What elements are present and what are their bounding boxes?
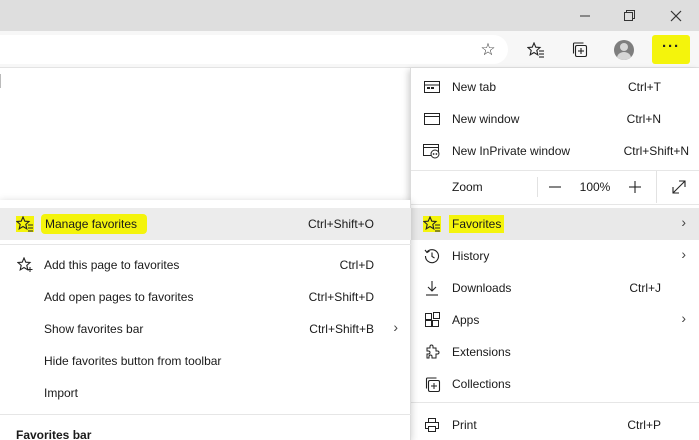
menu-item-extensions[interactable]: Extensions [411,336,699,368]
title-bar [0,0,699,31]
more-icon: ··· [662,38,680,55]
profile-button[interactable] [608,35,640,64]
collections-icon [572,42,587,58]
star-add-icon [16,257,34,273]
shortcut-text: Ctrl+D [339,258,374,272]
new-window-icon [423,111,441,127]
menu-item-label: Favorites [449,215,505,233]
browser-toolbar: ☆ ··· [0,31,699,68]
menu-item-label: History [452,249,490,263]
favorites-list-icon [527,41,544,58]
fullscreen-button[interactable] [656,171,699,203]
submenu-item-manage-favorites[interactable]: Manage favorites Ctrl+Shift+O [0,208,411,240]
favorites-button[interactable] [520,35,552,64]
zoom-out-button[interactable] [538,171,572,203]
collections-button[interactable] [563,35,595,64]
minimize-icon [580,15,590,16]
menu-separator [411,204,699,205]
zoom-value: 100% [579,180,611,194]
collections-icon [423,376,441,392]
profile-icon [614,39,634,60]
settings-and-more-button[interactable]: ··· [652,35,690,64]
chevron-right-icon: › [681,310,686,326]
menu-item-label: New tab [452,80,497,94]
menu-item-label: Apps [452,313,480,327]
fullscreen-icon [671,180,686,194]
chevron-right-icon: › [681,214,686,230]
menu-item-print[interactable]: Print Ctrl+P [411,409,699,440]
zoom-label: Zoom [452,180,483,194]
restore-icon [624,9,635,21]
minus-icon [549,186,561,188]
shortcut-text: Ctrl+Shift+B [309,322,374,336]
menu-item-favorites[interactable]: Favorites › [411,208,699,240]
zoom-row: Zoom 100% [411,171,699,203]
shortcut-text: Ctrl+Shift+D [308,290,374,304]
menu-separator [411,402,699,403]
submenu-item-add-this-page[interactable]: Add this page to favorites Ctrl+D [0,249,411,281]
zoom-in-button[interactable] [618,171,652,203]
submenu-separator [0,244,411,245]
submenu-item-label: Import [44,386,79,400]
restore-button[interactable] [607,0,653,31]
menu-item-collections[interactable]: Collections [411,368,699,400]
favorites-list-icon [16,216,34,232]
menu-item-label: New window [452,112,520,126]
submenu-item-hide-favorites-button[interactable]: Hide favorites button from toolbar [0,345,411,377]
submenu-separator [0,414,411,415]
menu-item-new-tab[interactable]: New tab Ctrl+T [411,71,699,103]
submenu-item-label: Hide favorites button from toolbar [44,354,222,368]
menu-item-new-inprivate-window[interactable]: New InPrivate window Ctrl+Shift+N [411,135,699,167]
menu-item-label: Print [452,418,477,432]
new-tab-icon [423,79,441,95]
apps-icon [423,312,441,328]
menu-item-label: Collections [452,377,511,391]
history-icon [423,248,441,264]
submenu-item-show-favorites-bar[interactable]: Show favorites bar Ctrl+Shift+B › [0,313,411,345]
submenu-item-label: Manage favorites [41,214,148,234]
settings-menu: New tab Ctrl+T New window Ctrl+N New InP… [410,68,699,440]
minimize-button[interactable] [562,0,608,31]
shortcut-text: Ctrl+Shift+O [307,217,374,231]
menu-item-label: New InPrivate window [452,144,571,158]
print-icon [423,417,441,433]
favorites-submenu: Manage favorites Ctrl+Shift+O Add this p… [0,200,411,440]
inprivate-icon [423,143,441,159]
download-icon [423,280,441,296]
submenu-item-label: Show favorites bar [44,322,144,336]
page-divider [0,74,5,88]
close-button[interactable] [653,0,699,31]
shortcut-text: Ctrl+J [629,281,661,295]
favorites-list-icon [423,216,441,232]
shortcut-text: Ctrl+Shift+N [623,144,689,158]
add-favorite-button[interactable]: ☆ [472,35,504,64]
submenu-item-add-open-pages[interactable]: Add open pages to favorites Ctrl+Shift+D [0,281,411,313]
shortcut-text: Ctrl+T [628,80,661,94]
menu-item-history[interactable]: History › [411,240,699,272]
submenu-item-import[interactable]: Import [0,377,411,409]
shortcut-text: Ctrl+N [626,112,661,126]
menu-item-apps[interactable]: Apps › [411,304,699,336]
menu-item-new-window[interactable]: New window Ctrl+N [411,103,699,135]
submenu-item-label: Add open pages to favorites [44,290,194,304]
star-icon: ☆ [480,39,496,59]
close-icon [670,10,682,21]
menu-item-label: Extensions [452,345,511,359]
extensions-icon [423,344,441,360]
address-bar[interactable] [0,35,508,64]
menu-item-downloads[interactable]: Downloads Ctrl+J [411,272,699,304]
favorites-bar-heading: Favorites bar [16,428,92,440]
submenu-item-label: Add this page to favorites [44,258,180,272]
menu-item-label: Downloads [452,281,512,295]
chevron-right-icon: › [681,246,686,262]
shortcut-text: Ctrl+P [627,418,661,432]
chevron-right-icon: › [393,319,398,335]
plus-icon [629,181,641,193]
